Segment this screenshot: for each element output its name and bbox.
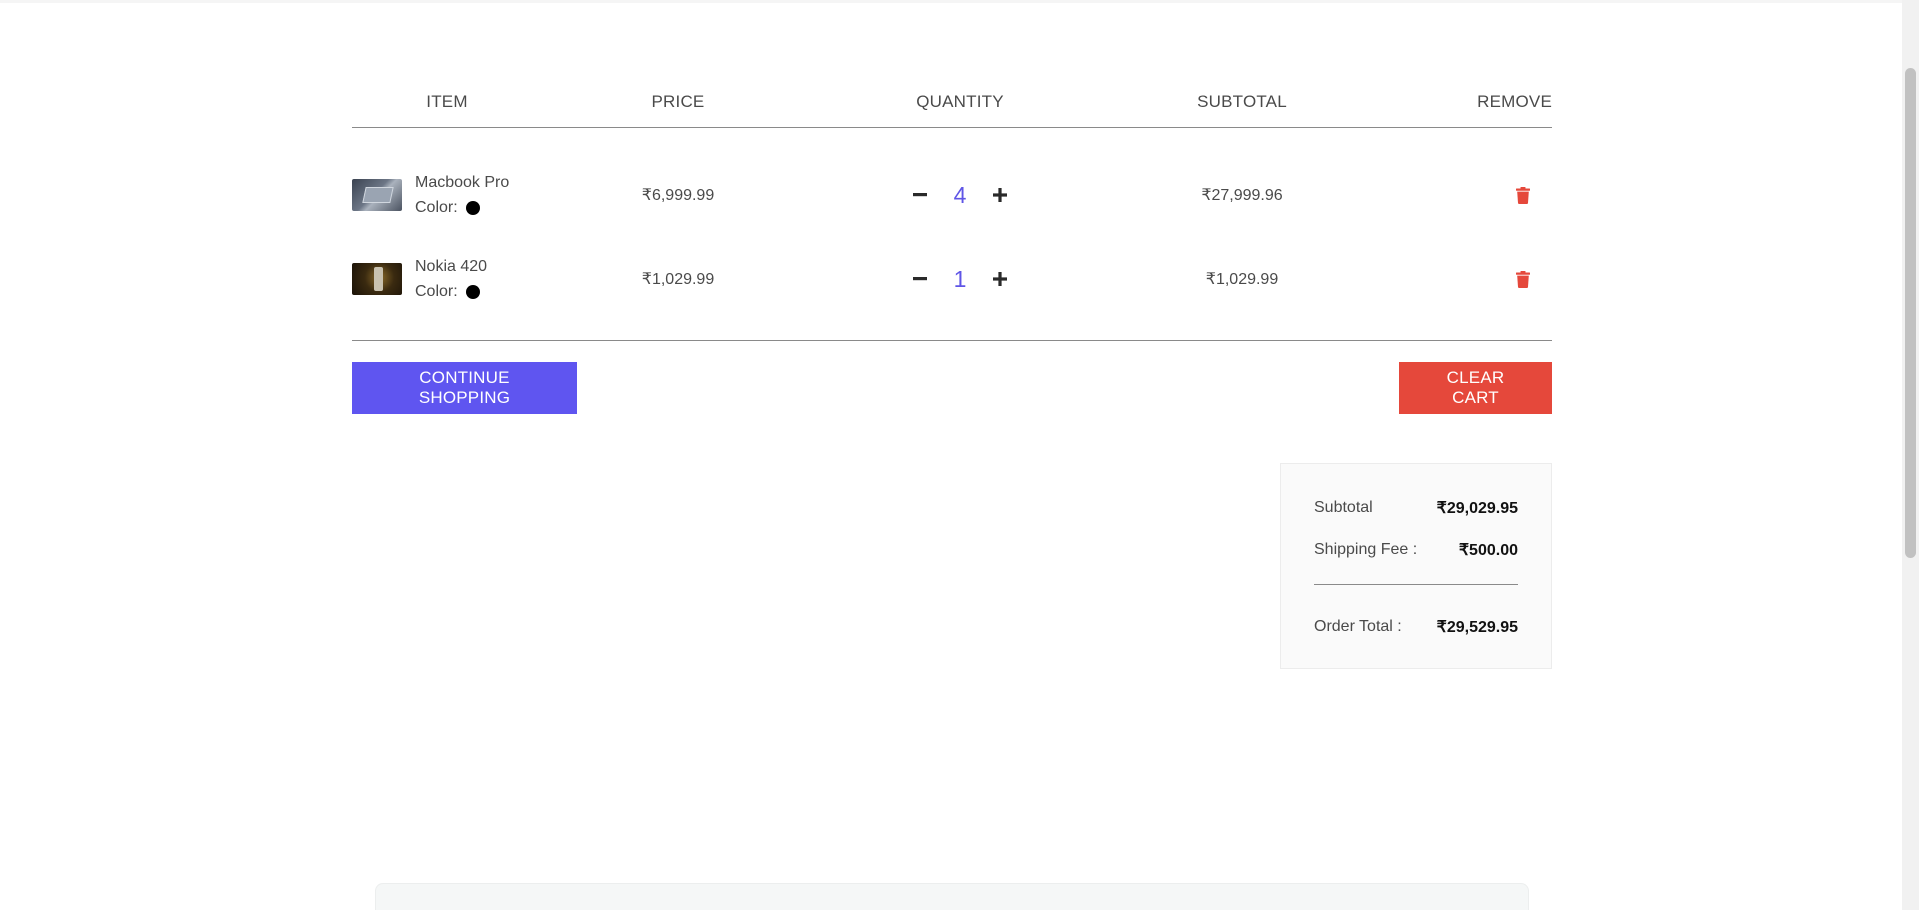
scrollbar-thumb[interactable] (1905, 68, 1916, 558)
product-price: ₹6,999.99 (641, 187, 715, 204)
product-name: Nokia 420 (415, 258, 488, 275)
quantity-value: 1 (953, 265, 967, 292)
summary-shipping-row: Shipping Fee : ₹500.00 (1314, 538, 1518, 562)
continue-shopping-button[interactable]: CONTINUE SHOPPING (352, 362, 577, 414)
product-name: Macbook Pro (415, 174, 510, 191)
product-color: Color: (415, 279, 487, 304)
color-swatch (465, 200, 480, 215)
summary-total-label: Order Total : (1314, 618, 1402, 635)
product-subtotal: ₹27,999.96 (1201, 187, 1283, 204)
plus-icon (993, 272, 1007, 286)
remove-cell (1378, 270, 1552, 288)
summary-total-row: Order Total : ₹29,529.95 (1314, 615, 1518, 639)
page-scrollbar[interactable] (1902, 0, 1919, 910)
quantity-stepper: 1 (814, 266, 1106, 293)
header-remove: REMOVE (1477, 91, 1552, 111)
header-price: PRICE (651, 91, 705, 111)
cart-header: ITEM PRICE QUANTITY SUBTOTAL REMOVE (352, 88, 1552, 128)
color-label: Color: (415, 283, 458, 300)
summary-shipping-label: Shipping Fee : (1314, 541, 1418, 558)
color-swatch (465, 284, 480, 299)
summary-shipping-value: ₹500.00 (1458, 542, 1518, 559)
clear-cart-button[interactable]: CLEAR CART (1399, 362, 1552, 414)
quantity-value: 4 (953, 181, 967, 208)
item-cell: Macbook Pro Color: (352, 170, 542, 220)
item-cell: Nokia 420 Color: (352, 254, 542, 304)
product-color: Color: (415, 195, 509, 220)
decrease-quantity-button[interactable] (910, 185, 930, 205)
header-subtotal: SUBTOTAL (1197, 91, 1287, 111)
quantity-stepper: 4 (814, 182, 1106, 209)
decrease-quantity-button[interactable] (910, 269, 930, 289)
header-item: ITEM (426, 91, 468, 111)
summary-divider (1314, 584, 1518, 585)
summary-subtotal-label: Subtotal (1314, 499, 1373, 516)
item-details: Macbook Pro Color: (415, 170, 509, 220)
cart-items: Macbook Pro Color: ₹6,999.99 4 ₹27,999.9… (352, 128, 1552, 341)
trash-icon[interactable] (1516, 270, 1530, 288)
cart-section: ITEM PRICE QUANTITY SUBTOTAL REMOVE Macb… (352, 88, 1552, 414)
summary-subtotal-value: ₹29,029.95 (1436, 500, 1518, 517)
footer-card (375, 883, 1529, 910)
minus-icon (913, 193, 927, 197)
increase-quantity-button[interactable] (990, 269, 1010, 289)
top-edge (0, 0, 1902, 3)
color-label: Color: (415, 199, 458, 216)
product-image (352, 263, 402, 295)
cart-actions: CONTINUE SHOPPING CLEAR CART (352, 362, 1552, 414)
header-quantity: QUANTITY (916, 91, 1004, 111)
cart-row: Nokia 420 Color: ₹1,029.99 1 ₹1,029.99 (352, 237, 1552, 321)
summary-subtotal-row: Subtotal ₹29,029.95 (1314, 496, 1518, 520)
order-summary: Subtotal ₹29,029.95 Shipping Fee : ₹500.… (1280, 463, 1552, 669)
cart-row: Macbook Pro Color: ₹6,999.99 4 ₹27,999.9… (352, 153, 1552, 237)
cart-page: ITEM PRICE QUANTITY SUBTOTAL REMOVE Macb… (0, 0, 1919, 910)
minus-icon (913, 277, 927, 281)
product-price: ₹1,029.99 (641, 271, 715, 288)
increase-quantity-button[interactable] (990, 185, 1010, 205)
product-subtotal: ₹1,029.99 (1205, 271, 1279, 288)
product-image (352, 179, 402, 211)
plus-icon (993, 188, 1007, 202)
summary-total-value: ₹29,529.95 (1436, 619, 1518, 636)
trash-icon[interactable] (1516, 186, 1530, 204)
remove-cell (1378, 186, 1552, 204)
item-details: Nokia 420 Color: (415, 254, 487, 304)
